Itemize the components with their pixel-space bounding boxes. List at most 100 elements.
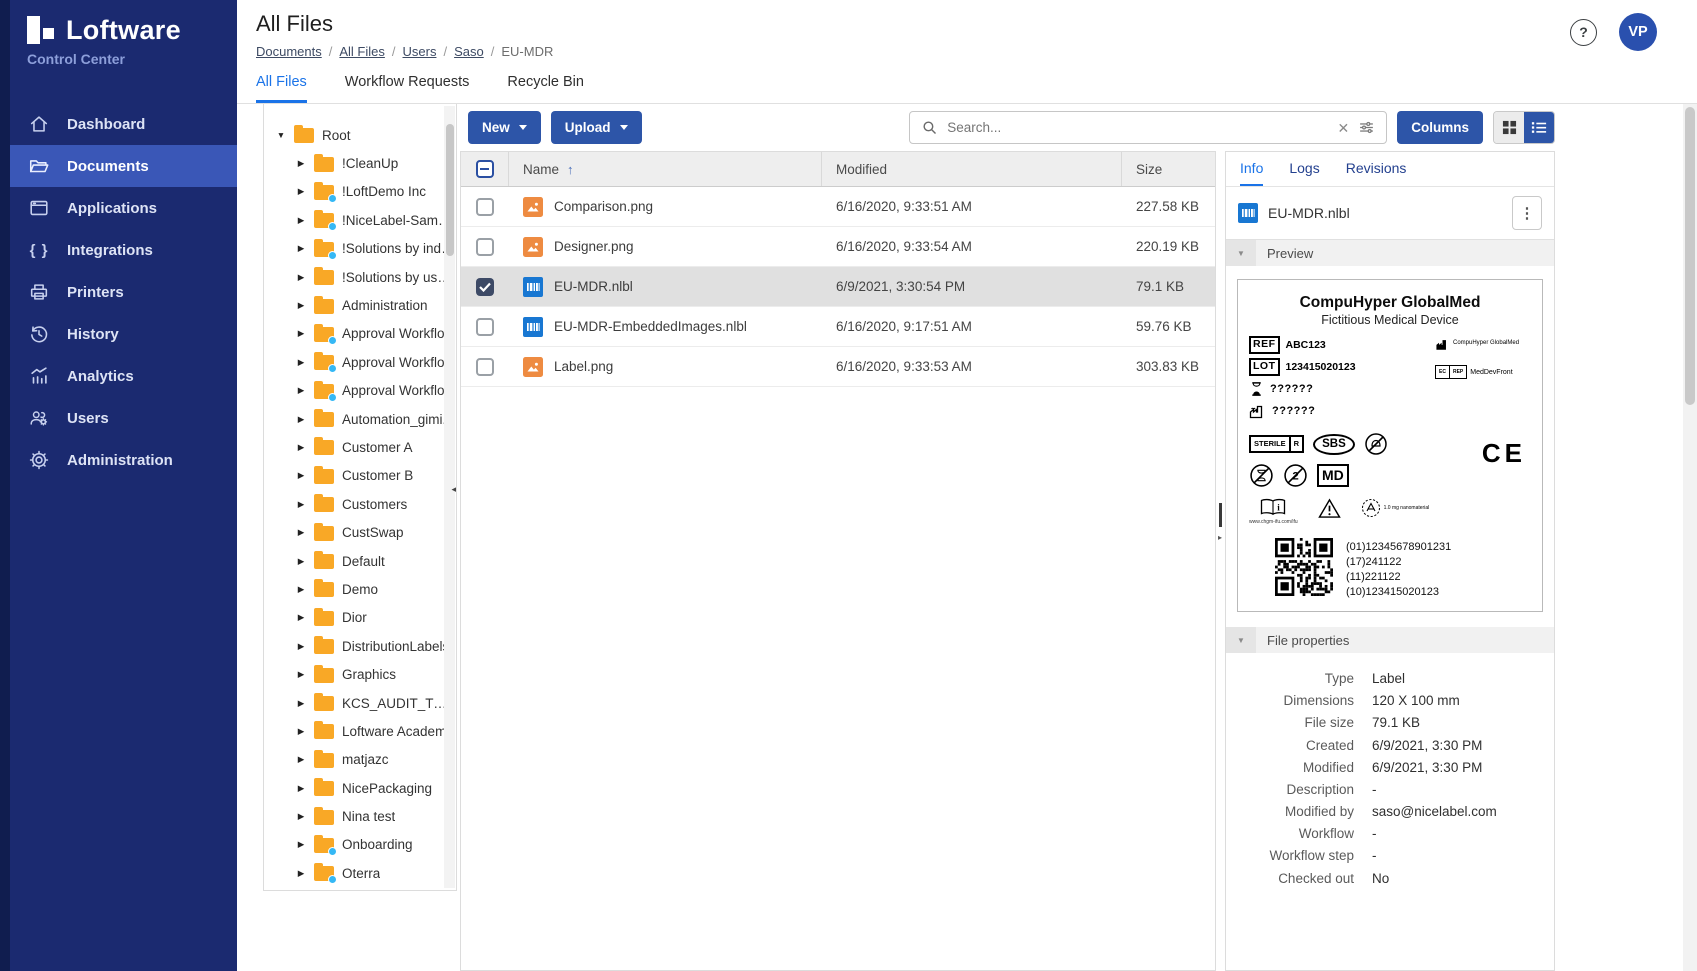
tab-recycle-bin[interactable]: Recycle Bin [507,74,584,103]
row-checkbox[interactable] [476,277,494,296]
sidebar-item-printers[interactable]: Printers [0,271,237,313]
tab-all-files[interactable]: All Files [256,74,307,103]
splitter-handle[interactable] [1219,503,1222,527]
chevron-collapsed-icon[interactable]: ▶ [296,612,306,623]
tree-scrollbar[interactable] [444,106,455,888]
tree-item[interactable]: ▶ Oterra [264,859,456,887]
table-row[interactable]: EU-MDR-EmbeddedImages.nlbl 6/16/2020, 9:1… [461,307,1215,347]
tree-item[interactable]: ▶ KCS_AUDIT_TOOL... [264,689,456,717]
tree-item[interactable]: ▶ DistributionLabels [264,632,456,660]
chevron-collapsed-icon[interactable]: ▶ [296,243,306,254]
sidebar-item-dashboard[interactable]: Dashboard [0,103,237,145]
tree-item[interactable]: ▶ Customer B [264,462,456,490]
row-checkbox[interactable] [476,197,494,216]
breadcrumb-item[interactable]: Users [403,44,437,59]
collapse-chevron-icon[interactable]: ▼ [1226,240,1256,266]
tree-item[interactable]: ▶ !Solutions by use ... [264,263,456,291]
chevron-collapsed-icon[interactable]: ▶ [296,385,306,396]
tree-scrollbar-thumb[interactable] [445,124,454,256]
chevron-collapsed-icon[interactable]: ▶ [296,669,306,680]
sidebar-item-applications[interactable]: Applications [0,187,237,229]
tree-item[interactable]: ▶ CustSwap [264,518,456,546]
filter-sliders-icon[interactable] [1358,119,1375,136]
info-tab-info[interactable]: Info [1240,160,1264,186]
chevron-expanded-icon[interactable]: ▼ [276,130,286,140]
chevron-collapsed-icon[interactable]: ▶ [296,499,306,510]
tree-item[interactable]: ▶ Graphics [264,660,456,688]
upload-button[interactable]: Upload [550,111,642,144]
file-actions-kebab-icon[interactable]: ⋮ [1512,196,1542,230]
info-tab-logs[interactable]: Logs [1289,160,1319,186]
chevron-collapsed-icon[interactable]: ▶ [296,641,306,652]
sidebar-item-users[interactable]: Users [0,397,237,439]
breadcrumb-item[interactable]: All Files [339,44,385,59]
breadcrumb-item[interactable]: Documents [256,44,322,59]
chevron-collapsed-icon[interactable]: ▶ [296,698,306,709]
chevron-collapsed-icon[interactable]: ▶ [296,186,306,197]
splitter-collapse-icon[interactable]: ▸ [1218,533,1222,542]
tree-item[interactable]: ▶ Loftware Academy [264,717,456,745]
row-checkbox[interactable] [476,357,494,376]
list-view-icon[interactable] [1524,112,1554,143]
chevron-collapsed-icon[interactable]: ▶ [296,158,306,169]
clear-search-icon[interactable]: ✕ [1338,121,1350,135]
tree-item[interactable]: ▶ Default [264,547,456,575]
search-input[interactable] [947,120,1329,135]
sidebar-item-history[interactable]: History [0,313,237,355]
chevron-collapsed-icon[interactable]: ▶ [296,357,306,368]
info-tab-revisions[interactable]: Revisions [1346,160,1407,186]
chevron-collapsed-icon[interactable]: ▶ [296,300,306,311]
tree-item[interactable]: ▶ Demo [264,575,456,603]
chevron-collapsed-icon[interactable]: ▶ [296,215,306,226]
breadcrumb-item[interactable]: Saso [454,44,484,59]
tree-item[interactable]: ▼ Root [264,121,456,149]
tree-item[interactable]: ▶ Automation_gimi... [264,405,456,433]
help-icon[interactable]: ? [1570,18,1597,46]
sidebar-item-integrations[interactable]: { } Integrations [0,229,237,271]
chevron-collapsed-icon[interactable]: ▶ [296,527,306,538]
tree-item[interactable]: ▶ Onboarding [264,831,456,859]
chevron-collapsed-icon[interactable]: ▶ [296,783,306,794]
tree-item[interactable]: ▶ !CleanUp [264,149,456,177]
preview-section-header[interactable]: ▼ Preview [1226,240,1554,266]
tab-workflow-requests[interactable]: Workflow Requests [345,74,470,103]
column-header-name[interactable]: Name ↑ [509,152,822,186]
chevron-collapsed-icon[interactable]: ▶ [296,442,306,453]
table-row[interactable]: EU-MDR.nlbl 6/9/2021, 3:30:54 PM 79.1 KB [461,267,1215,307]
column-header-modified[interactable]: Modified [822,152,1122,186]
chevron-collapsed-icon[interactable]: ▶ [296,868,306,879]
chevron-collapsed-icon[interactable]: ▶ [296,754,306,765]
chevron-collapsed-icon[interactable]: ▶ [296,556,306,567]
sidebar-item-administration[interactable]: Administration [0,439,237,481]
chevron-collapsed-icon[interactable]: ▶ [296,811,306,822]
chevron-collapsed-icon[interactable]: ▶ [296,726,306,737]
chevron-collapsed-icon[interactable]: ▶ [296,328,306,339]
tree-splitter-handle[interactable]: ◂ [451,484,456,495]
tree-item[interactable]: ▶ Administration [264,291,456,319]
tree-item[interactable]: ▶ !NiceLabel-Samples [264,206,456,234]
table-row[interactable]: Designer.png 6/16/2020, 9:33:54 AM 220.19 … [461,227,1215,267]
tree-item[interactable]: ▶ Customer A [264,433,456,461]
tree-item[interactable]: ▶ Customers [264,490,456,518]
chevron-collapsed-icon[interactable]: ▶ [296,272,306,283]
chevron-collapsed-icon[interactable]: ▶ [296,584,306,595]
page-scrollbar[interactable] [1683,104,1697,971]
tree-item[interactable]: ▶ Approval Workflo... [264,348,456,376]
chevron-collapsed-icon[interactable]: ▶ [296,414,306,425]
tree-item[interactable]: ▶ NicePackaging [264,774,456,802]
tree-item[interactable]: ▶ Approval Workflo... [264,377,456,405]
column-header-size[interactable]: Size [1122,152,1215,186]
collapse-chevron-icon[interactable]: ▼ [1226,627,1256,654]
sidebar-item-analytics[interactable]: Analytics [0,355,237,397]
tree-item[interactable]: ▶ matjazc [264,746,456,774]
new-button[interactable]: New [468,111,541,144]
tree-item[interactable]: ▶ Nina test [264,802,456,830]
chevron-collapsed-icon[interactable]: ▶ [296,839,306,850]
page-scrollbar-thumb[interactable] [1685,107,1695,405]
grid-view-icon[interactable] [1494,112,1524,143]
avatar[interactable]: VP [1619,13,1657,51]
table-row[interactable]: Label.png 6/16/2020, 9:33:53 AM 303.83 KB [461,347,1215,387]
sidebar-item-documents[interactable]: Documents [0,145,237,187]
tree-item[interactable]: ▶ !LoftDemo Inc [264,178,456,206]
select-all-checkbox[interactable] [475,160,494,178]
